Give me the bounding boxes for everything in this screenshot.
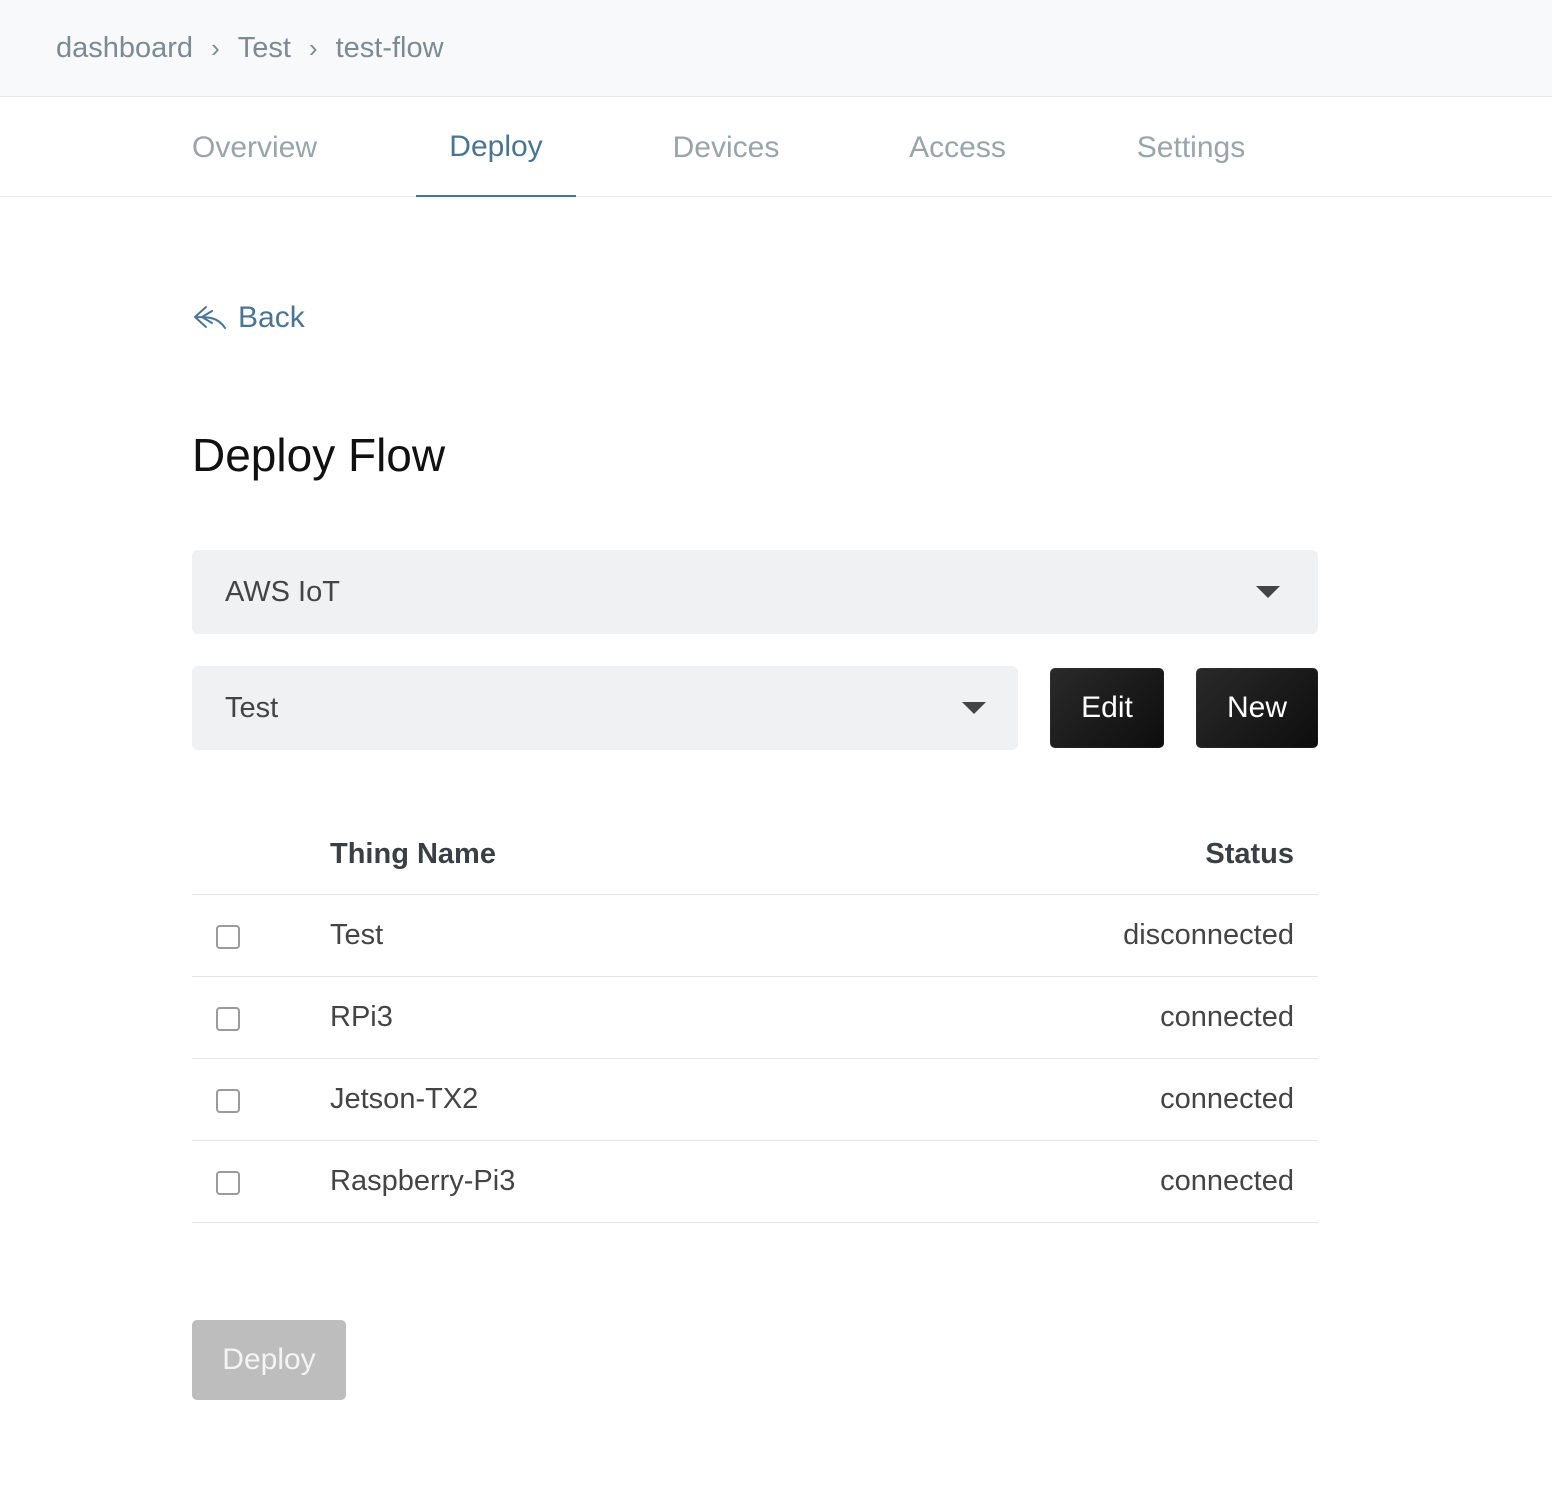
thing-status: disconnected [1123, 919, 1294, 951]
thing-name: Jetson-TX2 [330, 1083, 479, 1115]
new-button[interactable]: New [1196, 668, 1318, 748]
thing-name: Test [330, 919, 384, 951]
thing-status: connected [1160, 1165, 1294, 1197]
provider-select-value: AWS IoT [225, 575, 340, 608]
tab-access[interactable]: Access [900, 98, 1015, 197]
thing-name: Raspberry-Pi3 [330, 1165, 516, 1197]
tab-overview[interactable]: Overview [192, 98, 320, 197]
table-row: Raspberry-Pi3 connected [192, 1141, 1318, 1223]
back-link[interactable]: Back [192, 296, 305, 340]
page-title: Deploy Flow [192, 429, 446, 481]
breadcrumb: dashboard › Test › test-flow [0, 0, 1552, 97]
table-row: RPi3 connected [192, 977, 1318, 1059]
table-row: Test disconnected [192, 895, 1318, 977]
back-label: Back [238, 301, 305, 334]
thing-name: RPi3 [330, 1001, 393, 1033]
table-header: Thing Name Status [192, 812, 1318, 895]
reply-arrow-icon [194, 306, 226, 329]
tab-devices[interactable]: Devices [662, 98, 790, 197]
thing-status: connected [1160, 1083, 1294, 1115]
header-status: Status [1205, 838, 1294, 870]
caret-down-icon [962, 702, 986, 714]
things-table: Thing Name Status Test disconnected RPi3… [192, 812, 1318, 1223]
provider-select[interactable]: AWS IoT [192, 550, 1318, 634]
edit-button[interactable]: Edit [1050, 668, 1164, 748]
group-select-value: Test [225, 691, 279, 724]
tab-deploy[interactable]: Deploy [416, 98, 576, 197]
tab-settings[interactable]: Settings [1126, 98, 1256, 197]
group-select[interactable]: Test [192, 666, 1018, 750]
row-checkbox[interactable] [216, 1171, 240, 1195]
tab-bar: Overview Deploy Devices Access Settings [0, 98, 1552, 197]
row-checkbox[interactable] [216, 1007, 240, 1031]
row-checkbox[interactable] [216, 1089, 240, 1113]
header-thing-name: Thing Name [330, 838, 496, 870]
breadcrumb-separator: › [308, 32, 318, 63]
deploy-button[interactable]: Deploy [192, 1320, 346, 1400]
breadcrumb-dashboard[interactable]: dashboard [56, 32, 193, 65]
breadcrumb-flow[interactable]: test-flow [336, 32, 444, 65]
thing-status: connected [1160, 1001, 1294, 1033]
breadcrumb-separator: › [211, 32, 220, 63]
breadcrumb-project[interactable]: Test [238, 32, 291, 65]
caret-down-icon [1256, 586, 1280, 598]
table-row: Jetson-TX2 connected [192, 1059, 1318, 1141]
row-checkbox[interactable] [216, 925, 240, 949]
